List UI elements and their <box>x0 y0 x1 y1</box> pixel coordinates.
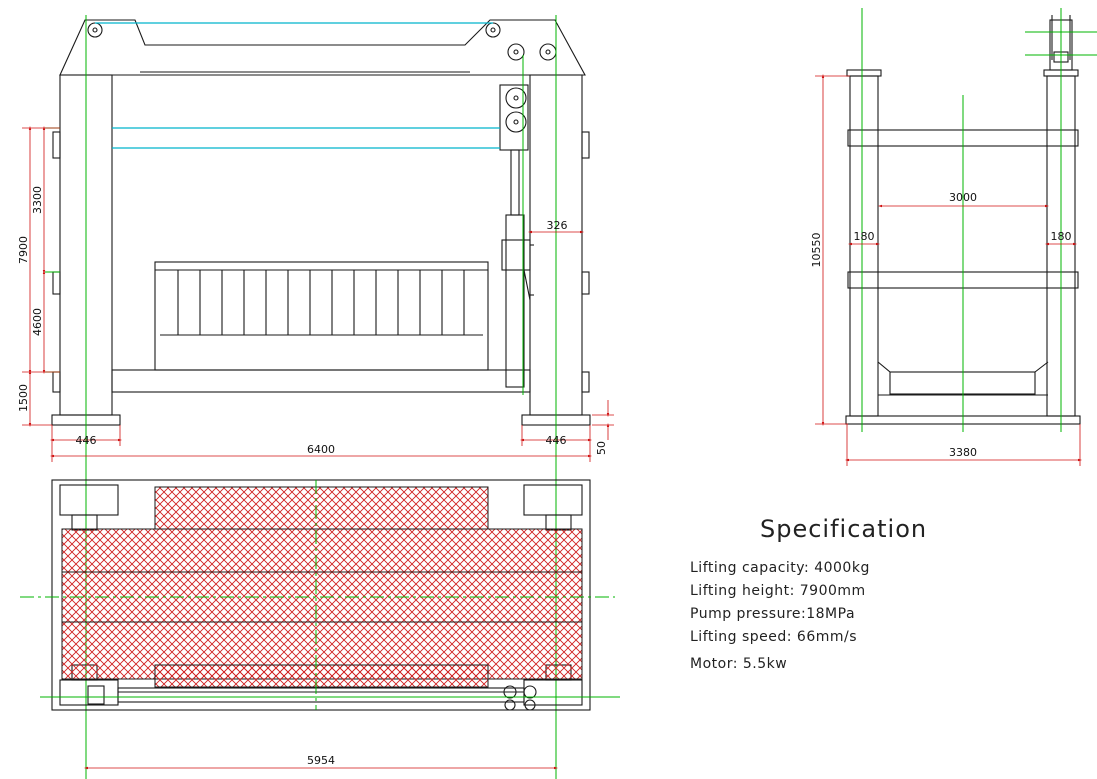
dim-180-right: 180 <box>1051 230 1072 243</box>
front-view <box>51 19 591 426</box>
dim-3380: 3380 <box>949 446 977 459</box>
side-dimensions <box>815 74 1082 466</box>
spec-lifting-capacity: Lifting capacity: 4000kg <box>690 560 870 576</box>
dim-5954: 5954 <box>307 754 335 767</box>
dim-10550: 10550 <box>810 233 823 268</box>
dim-1500: 1500 <box>17 384 30 412</box>
dim-3300: 3300 <box>31 186 44 214</box>
specification-panel: Specification Lifting capacity: 4000kg L… <box>690 515 1010 676</box>
dim-4600: 4600 <box>31 308 44 336</box>
spec-lifting-height: Lifting height: 7900mm <box>690 583 866 599</box>
dim-7900: 7900 <box>17 236 30 264</box>
dim-50: 50 <box>595 441 608 455</box>
specification-title: Specification <box>760 515 928 543</box>
side-centerlines <box>861 8 1097 432</box>
plan-hatch <box>61 486 583 688</box>
dim-446-left: 446 <box>76 434 97 447</box>
front-cables <box>95 22 500 149</box>
spec-motor: Motor: 5.5kw <box>690 656 788 672</box>
dim-6400: 6400 <box>307 443 335 456</box>
spec-lifting-speed: Lifting speed: 66mm/s <box>690 629 858 645</box>
dim-3000: 3000 <box>949 191 977 204</box>
dim-326: 326 <box>547 219 568 232</box>
front-dimensions <box>22 126 614 462</box>
dim-180-left: 180 <box>854 230 875 243</box>
spec-pump-pressure: Pump pressure:18MPa <box>690 606 856 622</box>
side-dimension-labels: 10550 3000 180 180 3380 <box>810 191 1072 459</box>
dim-446-right: 446 <box>546 434 567 447</box>
